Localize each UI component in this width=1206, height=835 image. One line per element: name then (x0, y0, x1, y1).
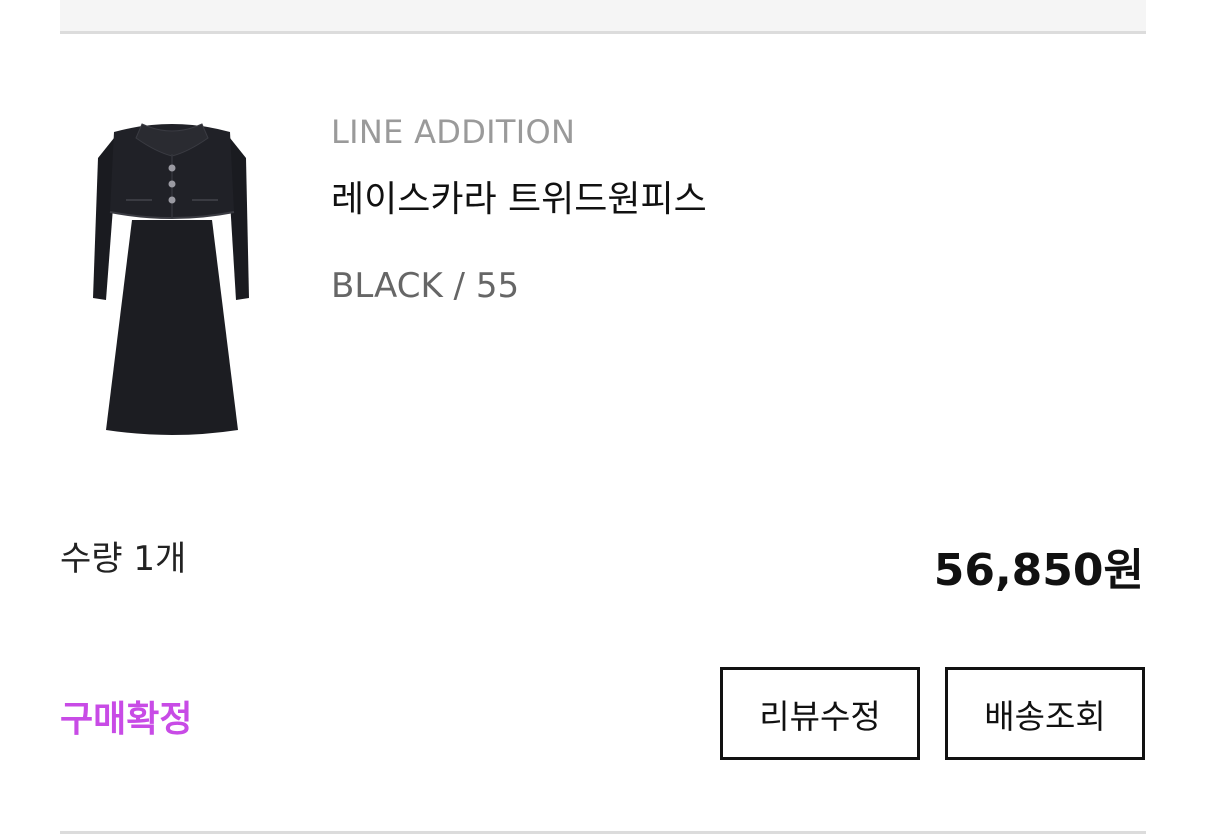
track-delivery-button[interactable]: 배송조회 (945, 667, 1145, 760)
dress-image (93, 123, 249, 435)
bottom-divider (60, 831, 1146, 834)
brand-name: LINE ADDITION (331, 113, 576, 151)
product-name[interactable]: 레이스카라 트위드원피스 (331, 170, 707, 222)
edit-review-button[interactable]: 리뷰수정 (720, 667, 920, 760)
quantity-label: 수량 1개 (60, 539, 187, 579)
product-option: BLACK / 55 (331, 266, 520, 306)
previous-section-footer (60, 0, 1146, 34)
order-status-label: 구매확정 (60, 699, 193, 740)
product-thumbnail[interactable] (80, 108, 262, 443)
price-value: 56,850원 (933, 545, 1144, 596)
